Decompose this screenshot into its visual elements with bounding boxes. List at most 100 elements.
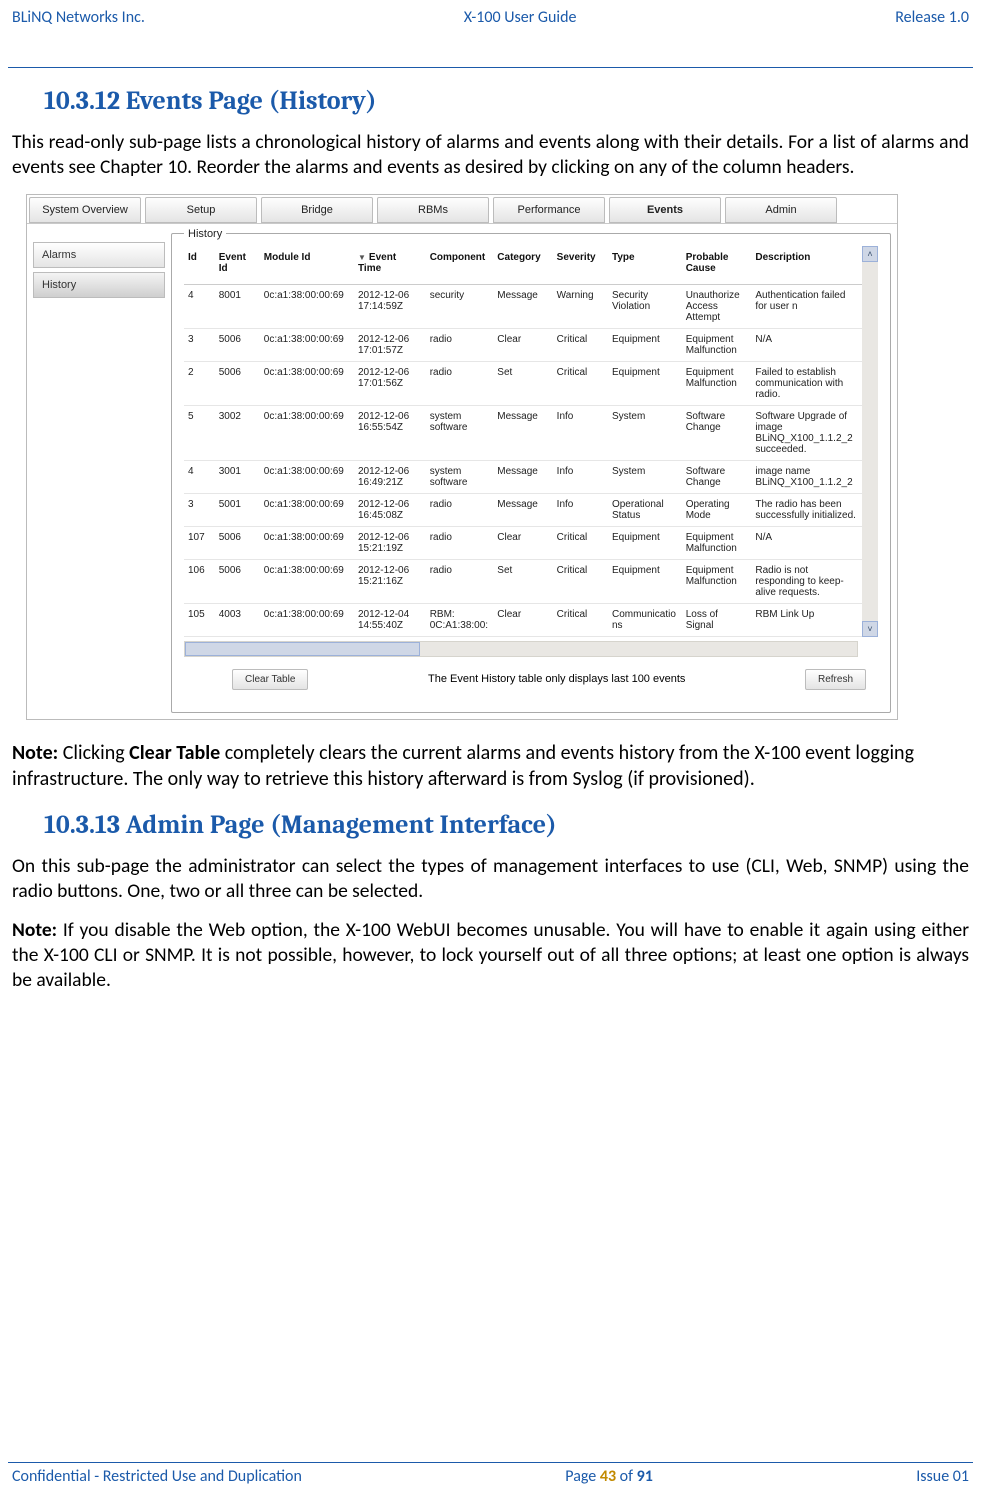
cell-cat: Set: [493, 559, 552, 603]
cell-desc: N/A: [751, 328, 862, 361]
tab-admin[interactable]: Admin: [725, 197, 837, 223]
col-id[interactable]: Id: [184, 246, 215, 285]
cell-desc: Authentication failed for user n: [751, 284, 862, 328]
cell-time: 2012-12-06 17:01:57Z: [354, 328, 426, 361]
cell-mod: 0c:a1:38:00:00:69: [260, 460, 354, 493]
col-probable-cause[interactable]: Probable Cause: [682, 246, 752, 285]
cell-time: 2012-12-06 16:55:54Z: [354, 405, 426, 460]
scroll-down-icon[interactable]: ˅: [862, 621, 878, 637]
table-row: 530020c:a1:38:00:00:692012-12-06 16:55:5…: [184, 405, 862, 460]
cell-cat: Clear: [493, 603, 552, 636]
cell-sev: Critical: [553, 361, 608, 405]
cell-id: 5: [184, 405, 215, 460]
cell-cat: Set: [493, 361, 552, 405]
table-row: 10540030c:a1:38:00:00:692012-12-04 14:55…: [184, 603, 862, 636]
sidebar-item-history[interactable]: History: [33, 272, 165, 298]
cell-desc: Failed to establish communication with r…: [751, 361, 862, 405]
cell-mod: 0c:a1:38:00:00:69: [260, 284, 354, 328]
cell-sev: Critical: [553, 526, 608, 559]
tab-performance[interactable]: Performance: [493, 197, 605, 223]
cell-desc: image name BLiNQ_X100_1.1.2_2: [751, 460, 862, 493]
cell-eid: 3002: [215, 405, 260, 460]
heading-events-page: 10.3.12 Events Page (History): [44, 86, 969, 116]
cell-pc: Software Change: [682, 460, 752, 493]
tab-events[interactable]: Events: [609, 197, 721, 223]
page-total: 91: [637, 1467, 653, 1486]
cell-eid: 8001: [215, 284, 260, 328]
note-label: Note:: [12, 741, 58, 765]
cell-type: Communications: [608, 603, 682, 636]
scrollbar-thumb[interactable]: [185, 642, 420, 656]
cell-comp: security: [426, 284, 494, 328]
cell-cat: Clear: [493, 526, 552, 559]
cell-id: 4: [184, 460, 215, 493]
cell-comp: radio: [426, 493, 494, 526]
cell-id: 3: [184, 328, 215, 361]
col-event-id[interactable]: Event Id: [215, 246, 260, 285]
cell-eid: 5001: [215, 493, 260, 526]
col-severity[interactable]: Severity: [553, 246, 608, 285]
cell-time: 2012-12-06 17:01:56Z: [354, 361, 426, 405]
history-panel: History ˄ ˅ Id Event: [171, 228, 891, 713]
tab-system-overview[interactable]: System Overview: [29, 197, 141, 223]
header-right: Release 1.0: [895, 8, 969, 27]
scroll-up-icon[interactable]: ˄: [862, 246, 878, 262]
table-header-row: Id Event Id Module Id Event Time Compone…: [184, 246, 862, 285]
horizontal-scrollbar[interactable]: [184, 641, 858, 657]
cell-type: Security Violation: [608, 284, 682, 328]
col-module-id[interactable]: Module Id: [260, 246, 354, 285]
cell-comp: system software: [426, 460, 494, 493]
cell-pc: Equipment Malfunction: [682, 328, 752, 361]
note-bold-clear: Clear Table: [129, 741, 220, 765]
tab-bridge[interactable]: Bridge: [261, 197, 373, 223]
page-label-pre: Page: [565, 1467, 600, 1486]
note2-label: Note:: [12, 918, 57, 942]
cell-desc: Software Upgrade of image BLiNQ_X100_1.1…: [751, 405, 862, 460]
cell-comp: radio: [426, 328, 494, 361]
cell-pc: Equipment Malfunction: [682, 361, 752, 405]
history-legend: History: [184, 228, 226, 240]
cell-cat: Message: [493, 405, 552, 460]
cell-cat: Message: [493, 493, 552, 526]
table-row: 430010c:a1:38:00:00:692012-12-06 16:49:2…: [184, 460, 862, 493]
header-center: X-100 User Guide: [464, 8, 577, 27]
page-of: of: [616, 1467, 637, 1486]
cell-pc: Operating Mode: [682, 493, 752, 526]
table-scroll-area: ˄ ˅ Id Event Id Module Id: [184, 246, 878, 637]
table-row: 10750060c:a1:38:00:00:692012-12-06 15:21…: [184, 526, 862, 559]
events-screenshot: System Overview Setup Bridge RBMs Perfor…: [26, 194, 898, 720]
cell-id: 106: [184, 559, 215, 603]
tab-setup[interactable]: Setup: [145, 197, 257, 223]
col-description[interactable]: Description: [751, 246, 862, 285]
cell-cat: Message: [493, 284, 552, 328]
cell-desc: N/A: [751, 526, 862, 559]
cell-time: 2012-12-04 14:55:40Z: [354, 603, 426, 636]
note-text-1: Clicking: [58, 741, 129, 765]
note-clear-table: Note: Clicking Clear Table completely cl…: [12, 740, 969, 793]
table-row: 10650060c:a1:38:00:00:692012-12-06 15:21…: [184, 559, 862, 603]
refresh-button[interactable]: Refresh: [805, 669, 866, 690]
sidebar-item-alarms[interactable]: Alarms: [33, 242, 165, 268]
cell-eid: 5006: [215, 526, 260, 559]
clear-table-button[interactable]: Clear Table: [232, 669, 308, 690]
cell-desc: RBM Link Up: [751, 603, 862, 636]
col-component[interactable]: Component: [426, 246, 494, 285]
cell-type: Operational Status: [608, 493, 682, 526]
cell-id: 105: [184, 603, 215, 636]
cell-pc: Equipment Malfunction: [682, 526, 752, 559]
cell-pc: Loss of Signal: [682, 603, 752, 636]
tab-rbms[interactable]: RBMs: [377, 197, 489, 223]
header-left: BLiNQ Networks Inc.: [12, 8, 145, 27]
col-event-time[interactable]: Event Time: [354, 246, 426, 285]
footer-rule: [8, 1462, 973, 1463]
col-category[interactable]: Category: [493, 246, 552, 285]
cell-time: 2012-12-06 17:14:59Z: [354, 284, 426, 328]
cell-type: System: [608, 405, 682, 460]
table-row: 350010c:a1:38:00:00:692012-12-06 16:45:0…: [184, 493, 862, 526]
footer-right: Issue 01: [916, 1467, 969, 1486]
sidebar: Alarms History: [27, 224, 171, 719]
cell-mod: 0c:a1:38:00:00:69: [260, 361, 354, 405]
cell-sev: Info: [553, 460, 608, 493]
cell-comp: RBM: 0C:A1:38:00:: [426, 603, 494, 636]
col-type[interactable]: Type: [608, 246, 682, 285]
